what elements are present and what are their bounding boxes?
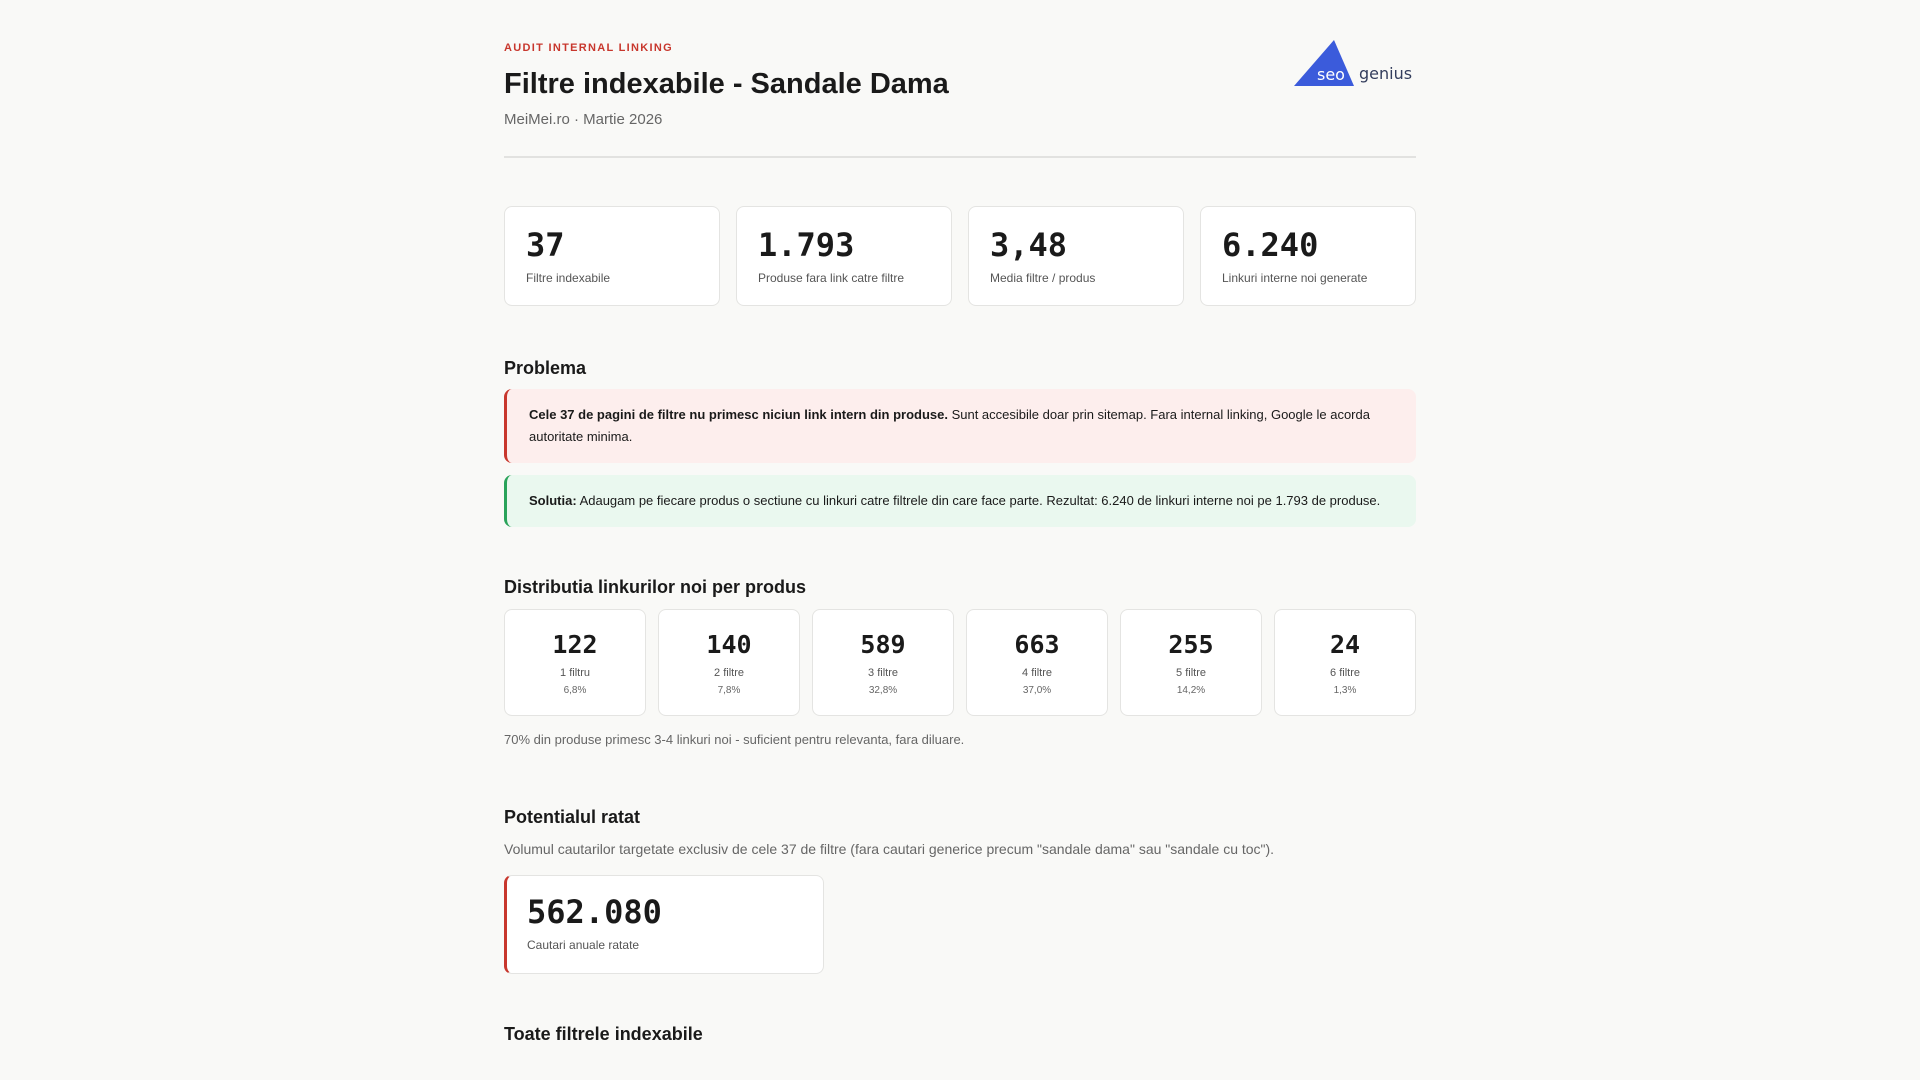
dist-pct: 6,8% [563,685,587,696]
dist-label: 4 filtre [1022,667,1052,679]
dist-label: 3 filtre [868,667,898,679]
distribution-card: 589 3 filtre 32,8% [812,609,954,716]
page-title: Filtre indexabile - Sandale Dama [504,68,949,100]
dist-label: 5 filtre [1176,667,1206,679]
subtitle: MeiMei.ro · Martie 2026 [504,111,663,128]
stat-card: 6.240 Linkuri interne noi generate [1200,206,1416,306]
missed-searches-label: Cautari anuale ratate [527,938,640,952]
problem-heading: Problema [504,358,587,378]
dist-label: 1 filtru [560,667,590,679]
dist-value: 663 [1014,630,1060,659]
dist-label: 2 filtre [714,667,744,679]
solution-callout: Solutia: Adaugam pe fiecare produs o sec… [504,475,1416,527]
dist-value: 255 [1168,630,1214,659]
dist-value: 140 [706,630,752,659]
stat-value: 6.240 [1222,226,1319,264]
problem-bold: Cele 37 de pagini de filtre nu primesc n… [529,407,948,422]
distribution-note: 70% din produse primesc 3-4 linkuri noi … [504,732,965,747]
stat-card: 37 Filtre indexabile [504,206,720,306]
stat-label: Produse fara link catre filtre [758,271,905,285]
dist-pct: 1,3% [1333,685,1357,696]
solution-text: Adaugam pe fiecare produs o sectiune cu … [576,493,1381,508]
divider [504,156,1416,158]
problem-callout: Cele 37 de pagini de filtre nu primesc n… [504,389,1416,463]
missed-searches-value: 562.080 [527,893,662,931]
distribution-heading: Distributia linkurilor noi per produs [504,577,807,597]
distribution-card: 122 1 filtru 6,8% [504,609,646,716]
dist-label: 6 filtre [1330,667,1360,679]
distribution-card: 255 5 filtre 14,2% [1120,609,1262,716]
svg-text:seo: seo [1317,65,1345,84]
all-filters-heading: Toate filtrele indexabile [504,1024,703,1044]
missed-searches-card: 562.080 Cautari anuale ratate [504,875,824,974]
svg-text:genius: genius [1359,64,1412,83]
distribution-card: 663 4 filtre 37,0% [966,609,1108,716]
dist-pct: 32,8% [868,685,898,696]
stat-card: 1.793 Produse fara link catre filtre [736,206,952,306]
stat-value: 37 [526,226,565,264]
dist-value: 122 [552,630,598,659]
stat-value: 1.793 [758,226,855,264]
report: AUDIT INTERNAL LINKING Filtre indexabile… [504,0,1416,1045]
solution-bold: Solutia: [529,493,577,508]
stat-label: Filtre indexabile [526,271,611,285]
seo-genius-logo: seo genius [1294,40,1412,86]
potential-description: Volumul cautarilor targetate exclusiv de… [504,841,1275,857]
stat-card: 3,48 Media filtre / produs [968,206,1184,306]
stat-label: Media filtre / produs [990,271,1096,285]
distribution-card: 140 2 filtre 7,8% [658,609,800,716]
dist-pct: 7,8% [717,685,741,696]
distribution-grid: 122 1 filtru 6,8% 140 2 filtre 7,8% 589 3 fil… [504,609,1416,716]
stat-value: 3,48 [990,226,1068,264]
distribution-card: 24 6 filtre 1,3% [1274,609,1416,716]
stat-label: Linkuri interne noi generate [1222,271,1368,285]
dist-value: 24 [1329,630,1361,659]
potential-heading: Potentialul ratat [504,807,641,827]
eyebrow: AUDIT INTERNAL LINKING [504,42,673,54]
dist-pct: 14,2% [1176,685,1206,696]
dist-pct: 37,0% [1022,685,1052,696]
stats-grid: 37 Filtre indexabile 1.793 Produse fara li… [504,206,1416,306]
dist-value: 589 [860,630,906,659]
